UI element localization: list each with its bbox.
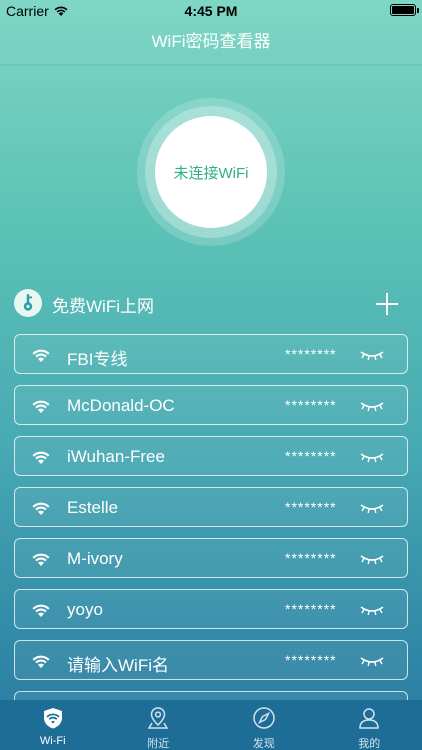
tab-nearby[interactable]: 附近 [106,700,212,750]
wifi-icon [32,553,50,566]
wifi-list-item[interactable]: McDonald-OC ******** [14,385,408,425]
nav-divider [0,64,422,66]
wifi-password: ******** [285,499,337,515]
wifi-name: FBI专线 [67,350,128,369]
status-right [390,4,419,16]
wifi-name: iWuhan-Free [67,447,165,466]
status-bar: Carrier 4:45 PM [0,0,422,22]
page-title: WiFi密码查看器 [151,32,271,51]
eye-closed-icon[interactable] [359,399,385,413]
wifi-icon [32,502,50,515]
section-title: 免费WiFi上网 [52,297,154,316]
wifi-icon [32,451,50,464]
wifi-icon [32,604,50,617]
wifi-icon [32,400,50,413]
eye-closed-icon[interactable] [359,552,385,566]
wifi-list-item[interactable]: 请输入WiFi名 ******** [14,640,408,680]
wifi-list-item[interactable]: iWuhan-Free ******** [14,436,408,476]
wifi-name: yoyo [67,600,103,619]
eye-closed-icon[interactable] [359,501,385,515]
add-button[interactable] [374,291,400,317]
section-header: 免费WiFi上网 [14,288,408,320]
user-icon [359,708,380,729]
wifi-list: FBI专线 ******** McDonald-OC ******** iWuh… [14,334,408,742]
eye-closed-icon[interactable] [359,654,385,668]
wifi-name-input: 请输入WiFi名 [67,656,169,675]
tab-wifi[interactable]: Wi-Fi [0,700,106,750]
wifi-password: ******** [285,448,337,464]
key-icon [14,289,42,317]
wifi-password: ******** [285,550,337,566]
tab-discover[interactable]: 发现 [211,700,317,750]
battery-icon [390,4,419,16]
tab-label: 发现 [252,738,275,750]
tab-bar: Wi-Fi 附近 发现 我的 [0,700,422,750]
status-time: 4:45 PM [184,3,238,19]
wifi-name: Estelle [67,498,119,517]
wifi-list-item[interactable]: FBI专线 ******** [14,334,408,374]
wifi-list-item[interactable]: yoyo ******** [14,589,408,629]
wifi-shield-icon [43,708,62,729]
tab-label: 附近 [147,738,170,750]
nav-bar: WiFi密码查看器 [0,22,422,66]
wifi-password: ******** [285,601,337,617]
wifi-name: McDonald-OC [67,396,175,415]
connection-status-label: 未连接WiFi [173,164,249,182]
eye-closed-icon[interactable] [359,450,385,464]
wifi-list-item[interactable]: M-ivory ******** [14,538,408,578]
wifi-list-item[interactable]: Estelle ******** [14,487,408,527]
tab-profile[interactable]: 我的 [317,700,422,750]
compass-icon [253,707,275,729]
wifi-icon [32,655,50,668]
eye-closed-icon[interactable] [359,348,385,362]
wifi-name: M-ivory [67,549,123,568]
wifi-password: ******** [285,397,337,413]
tab-label: Wi-Fi [39,735,66,747]
connection-status-button[interactable]: 未连接WiFi [155,116,267,228]
eye-closed-icon[interactable] [359,603,385,617]
wifi-password: ******** [285,652,337,668]
wifi-password: ******** [285,346,337,362]
wifi-icon [32,349,50,362]
tab-label: 我的 [358,738,381,750]
location-pin-icon [147,707,169,729]
